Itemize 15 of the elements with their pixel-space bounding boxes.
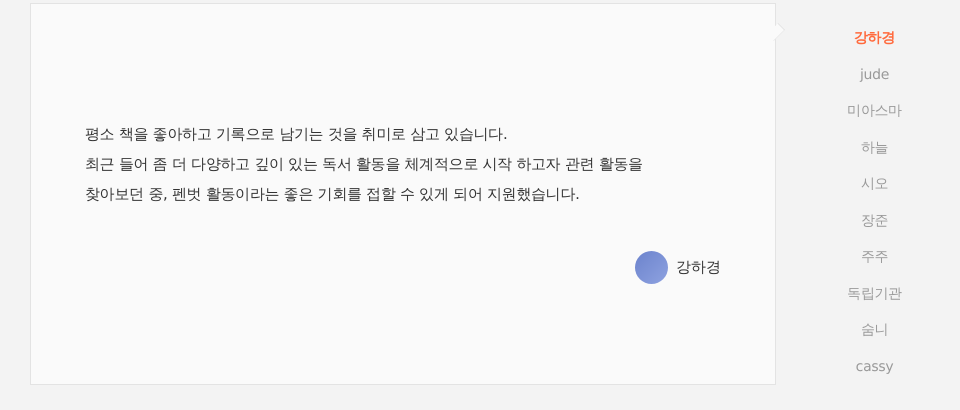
avatar [635, 251, 668, 284]
member-tab[interactable]: 독립기관 [792, 276, 957, 312]
member-tab[interactable]: jude [792, 56, 957, 93]
member-tab[interactable]: 강하경 [792, 20, 957, 56]
member-tab[interactable]: 하늘 [792, 130, 957, 166]
member-tab[interactable]: 시오 [792, 166, 957, 202]
member-tab[interactable]: 주주 [792, 239, 957, 276]
review-text-line: 평소 책을 좋아하고 기록으로 남기는 것을 취미로 삼고 있습니다. [85, 124, 508, 145]
member-tab[interactable]: 장준 [792, 202, 957, 239]
author-name: 강하경 [676, 257, 721, 278]
member-tab[interactable]: cassy [792, 348, 957, 385]
review-text-line: 찾아보던 중, 펜벗 활동이라는 좋은 기회를 접할 수 있게 되어 지원했습니다. [85, 184, 581, 205]
member-tab[interactable]: 미아스마 [792, 93, 957, 130]
member-tab[interactable]: 숨니 [792, 312, 957, 348]
review-text-line: 최근 들어 좀 더 다양하고 깊이 있는 독서 활동을 체계적으로 시작 하고자 관련 활동을 [85, 154, 644, 175]
